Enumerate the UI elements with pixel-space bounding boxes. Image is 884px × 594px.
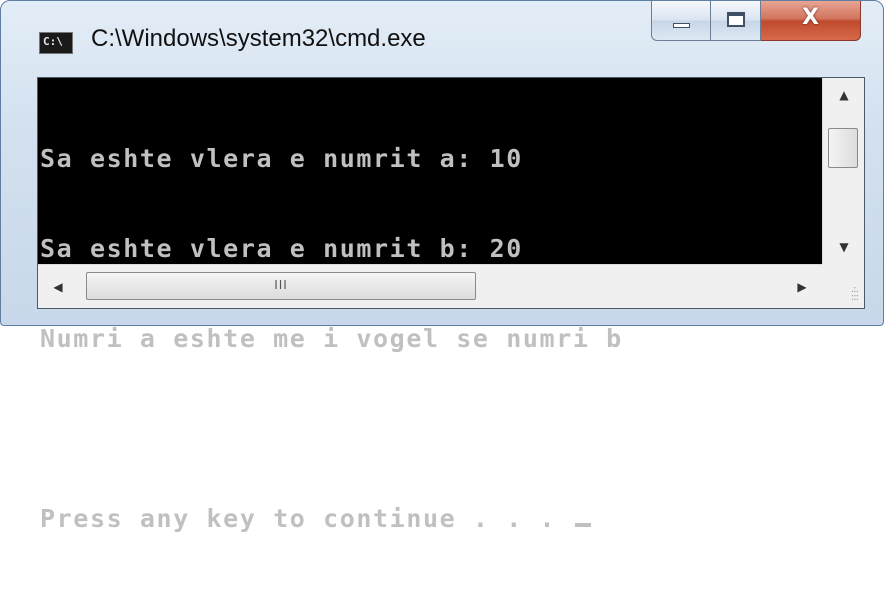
console-prompt-line: Press any key to continue . . .: [40, 504, 822, 534]
horizontal-scrollbar[interactable]: ◀ III ▶: [38, 264, 822, 308]
caption-buttons: X: [651, 1, 861, 41]
thumb-grip-icon: III: [274, 278, 288, 292]
horizontal-scroll-thumb[interactable]: III: [86, 272, 476, 300]
minimize-icon: [673, 23, 690, 28]
size-grip-icon: .:.:::: [850, 284, 859, 303]
title-bar[interactable]: C:\ C:\Windows\system32\cmd.exe X: [1, 1, 883, 73]
console-line: Sa eshte vlera e numrit b: 20: [40, 234, 523, 263]
size-grip[interactable]: .:.:::: [822, 264, 864, 308]
console-output[interactable]: Sa eshte vlera e numrit a: 10 Sa eshte v…: [38, 78, 822, 533]
window-title: C:\Windows\system32\cmd.exe: [91, 25, 426, 52]
minimize-button[interactable]: [651, 1, 711, 41]
scroll-down-arrow-icon[interactable]: ▼: [823, 230, 865, 264]
vertical-scroll-thumb[interactable]: [828, 128, 858, 168]
scroll-left-arrow-icon[interactable]: ◀: [38, 265, 78, 309]
maximize-icon: [727, 12, 745, 27]
console-line: Sa eshte vlera e numrit a: 10: [40, 144, 523, 173]
console-line: Numri a eshte me i vogel se numri b: [40, 324, 623, 353]
close-icon: X: [802, 5, 819, 30]
text-cursor: [574, 523, 591, 527]
maximize-button[interactable]: [711, 1, 761, 41]
vertical-scrollbar[interactable]: ▲ ▼: [822, 78, 864, 264]
scroll-right-arrow-icon[interactable]: ▶: [782, 265, 822, 309]
cmd-window: C:\ C:\Windows\system32\cmd.exe X Sa esh…: [0, 0, 884, 533]
cmd-icon[interactable]: C:\: [39, 32, 73, 54]
console-client-area: Sa eshte vlera e numrit a: 10 Sa eshte v…: [37, 77, 865, 533]
scroll-up-arrow-icon[interactable]: ▲: [823, 78, 865, 112]
cmd-icon-label: C:\: [43, 35, 63, 48]
console-line: Press any key to continue . . .: [40, 504, 573, 533]
close-button[interactable]: X: [761, 1, 861, 41]
